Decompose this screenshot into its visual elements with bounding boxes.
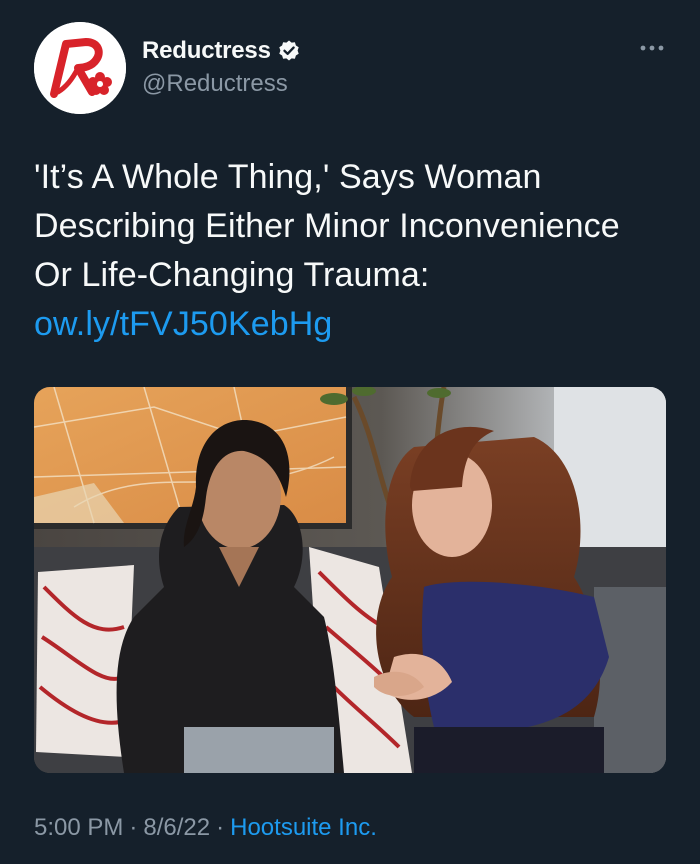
photo-two-women-on-couch xyxy=(34,387,666,773)
reductress-logo-icon xyxy=(34,22,126,114)
verified-badge-icon xyxy=(277,39,301,63)
author-names: Reductress @Reductress xyxy=(142,34,301,98)
tweet-meta: 5:00 PM · 8/6/22 · Hootsuite Inc. xyxy=(34,814,377,842)
meta-separator-2: · xyxy=(216,814,225,841)
tweet-time[interactable]: 5:00 PM xyxy=(34,814,123,841)
tweet-link[interactable]: ow.ly/tFVJ50KebHg xyxy=(34,305,332,343)
handle[interactable]: @Reductress xyxy=(142,70,301,98)
display-name-row: Reductress xyxy=(142,34,301,68)
tweet-date[interactable]: 8/6/22 xyxy=(143,814,210,841)
tweet-body: 'It’s A Whole Thing,' Says Woman Describ… xyxy=(34,158,620,294)
avatar[interactable] xyxy=(34,22,126,114)
display-name[interactable]: Reductress xyxy=(142,37,271,65)
tweet-text: 'It’s A Whole Thing,' Says Woman Describ… xyxy=(34,153,654,349)
more-options-button[interactable] xyxy=(638,38,666,58)
tweet-source[interactable]: Hootsuite Inc. xyxy=(230,814,377,841)
more-options-icon xyxy=(640,45,664,51)
tweet-image[interactable] xyxy=(34,387,666,773)
tweet: Reductress @Reductress 'It’s A Whole Thi… xyxy=(0,0,700,864)
meta-separator: · xyxy=(129,814,138,841)
